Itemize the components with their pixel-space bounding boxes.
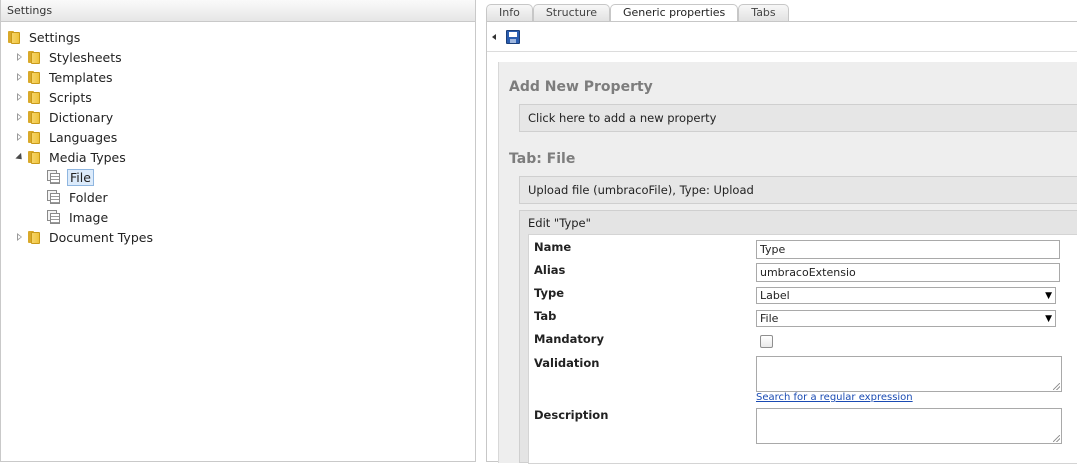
folder-icon bbox=[27, 150, 41, 164]
resize-grip-icon[interactable] bbox=[1053, 435, 1060, 442]
alias-label: Alias bbox=[534, 263, 566, 277]
mandatory-label: Mandatory bbox=[534, 332, 604, 346]
mandatory-checkbox[interactable] bbox=[760, 335, 773, 348]
type-select-value: Label bbox=[760, 289, 790, 302]
edit-property-title: Edit "Type" bbox=[528, 216, 591, 230]
tree-item-label: Templates bbox=[49, 69, 113, 85]
tree-item-document-types[interactable]: Document Types bbox=[15, 228, 155, 246]
media-type-icon bbox=[47, 190, 61, 204]
resize-grip-icon[interactable] bbox=[1053, 383, 1060, 390]
description-label: Description bbox=[534, 408, 609, 422]
description-textarea[interactable] bbox=[756, 408, 1062, 444]
tree-item-templates[interactable]: Templates bbox=[15, 68, 115, 86]
expand-arrow-icon[interactable] bbox=[15, 52, 24, 62]
type-select[interactable]: Label ▼ bbox=[756, 287, 1056, 304]
tab-content: Add New Property Click here to add a new… bbox=[486, 21, 1077, 464]
tab-generic-properties[interactable]: Generic properties bbox=[610, 4, 739, 22]
name-input[interactable] bbox=[756, 240, 1060, 259]
tree-item-file[interactable]: File bbox=[47, 168, 94, 186]
validation-textarea[interactable] bbox=[756, 356, 1062, 392]
folder-icon bbox=[27, 70, 41, 84]
tree-item-languages[interactable]: Languages bbox=[15, 128, 119, 146]
settings-tree-panel: Settings Settings Stylesheets Templates Scr… bbox=[0, 0, 476, 462]
tree-item-folder[interactable]: Folder bbox=[47, 188, 110, 206]
tree-item-label: Document Types bbox=[49, 229, 153, 245]
tree-item-stylesheets[interactable]: Stylesheets bbox=[15, 48, 124, 66]
tree-item-image[interactable]: Image bbox=[47, 208, 110, 226]
toolbar bbox=[487, 22, 1077, 52]
properties-area: Add New Property Click here to add a new… bbox=[498, 62, 1077, 464]
dropdown-arrow-icon: ▼ bbox=[1045, 290, 1052, 301]
add-property-title: Add New Property bbox=[509, 79, 653, 95]
tree-item-label: Dictionary bbox=[49, 109, 114, 125]
tab-tabs[interactable]: Tabs bbox=[738, 4, 789, 21]
folder-icon bbox=[7, 30, 21, 44]
editor-panel: Info Structure Generic properties Tabs A… bbox=[486, 4, 1077, 464]
regex-search-link[interactable]: Search for a regular expression bbox=[756, 392, 913, 403]
expand-arrow-icon[interactable] bbox=[15, 72, 24, 82]
tab-strip: Info Structure Generic properties Tabs bbox=[486, 4, 789, 22]
tree-item-scripts[interactable]: Scripts bbox=[15, 88, 94, 106]
expand-arrow-icon[interactable] bbox=[15, 232, 24, 242]
folder-icon bbox=[27, 230, 41, 244]
tree-item-label: Media Types bbox=[49, 149, 126, 165]
tab-structure[interactable]: Structure bbox=[532, 4, 610, 21]
media-type-icon bbox=[47, 170, 61, 184]
alias-input[interactable] bbox=[756, 263, 1060, 282]
tree-item-media-types[interactable]: Media Types bbox=[14, 148, 128, 166]
save-icon[interactable] bbox=[506, 29, 520, 44]
tree-item-label: Stylesheets bbox=[49, 49, 122, 65]
expand-arrow-icon[interactable] bbox=[15, 112, 24, 122]
folder-icon bbox=[27, 90, 41, 104]
tree-item-label: Image bbox=[69, 209, 109, 225]
folder-icon bbox=[27, 130, 41, 144]
panel-header: Settings bbox=[1, 0, 475, 22]
folder-icon bbox=[27, 110, 41, 124]
dropdown-arrow-icon: ▼ bbox=[1045, 313, 1052, 324]
tree-item-label: File bbox=[67, 168, 94, 186]
tab-label: Tab bbox=[534, 309, 557, 323]
property-form: Name Alias Type Label ▼ Tab File ▼ Manda… bbox=[528, 234, 1077, 464]
tree-item-label: Settings bbox=[29, 29, 81, 45]
edit-property-box: Edit "Type" Name Alias Type Label ▼ Tab … bbox=[519, 210, 1077, 464]
media-type-icon bbox=[47, 210, 61, 224]
tree-item-label: Folder bbox=[69, 189, 108, 205]
collapse-arrow-icon[interactable] bbox=[492, 33, 496, 40]
tree-item-label: Scripts bbox=[49, 89, 92, 105]
tree-item-dictionary[interactable]: Dictionary bbox=[15, 108, 115, 126]
tree-item-settings[interactable]: Settings bbox=[7, 28, 82, 46]
expand-arrow-icon[interactable] bbox=[15, 92, 24, 102]
tab-section-title: Tab: File bbox=[509, 151, 576, 167]
add-property-button[interactable]: Click here to add a new property bbox=[519, 104, 1077, 132]
name-label: Name bbox=[534, 240, 572, 254]
validation-label: Validation bbox=[534, 356, 600, 370]
type-label: Type bbox=[534, 286, 565, 300]
folder-icon bbox=[27, 50, 41, 64]
property-header[interactable]: Upload file (umbracoFile), Type: Upload bbox=[519, 176, 1077, 204]
expand-arrow-icon[interactable] bbox=[15, 132, 24, 142]
tree-item-label: Languages bbox=[49, 129, 118, 145]
tab-select[interactable]: File ▼ bbox=[756, 310, 1056, 327]
collapse-arrow-icon[interactable] bbox=[14, 152, 25, 162]
tab-select-value: File bbox=[760, 312, 779, 325]
tab-info[interactable]: Info bbox=[486, 4, 533, 21]
